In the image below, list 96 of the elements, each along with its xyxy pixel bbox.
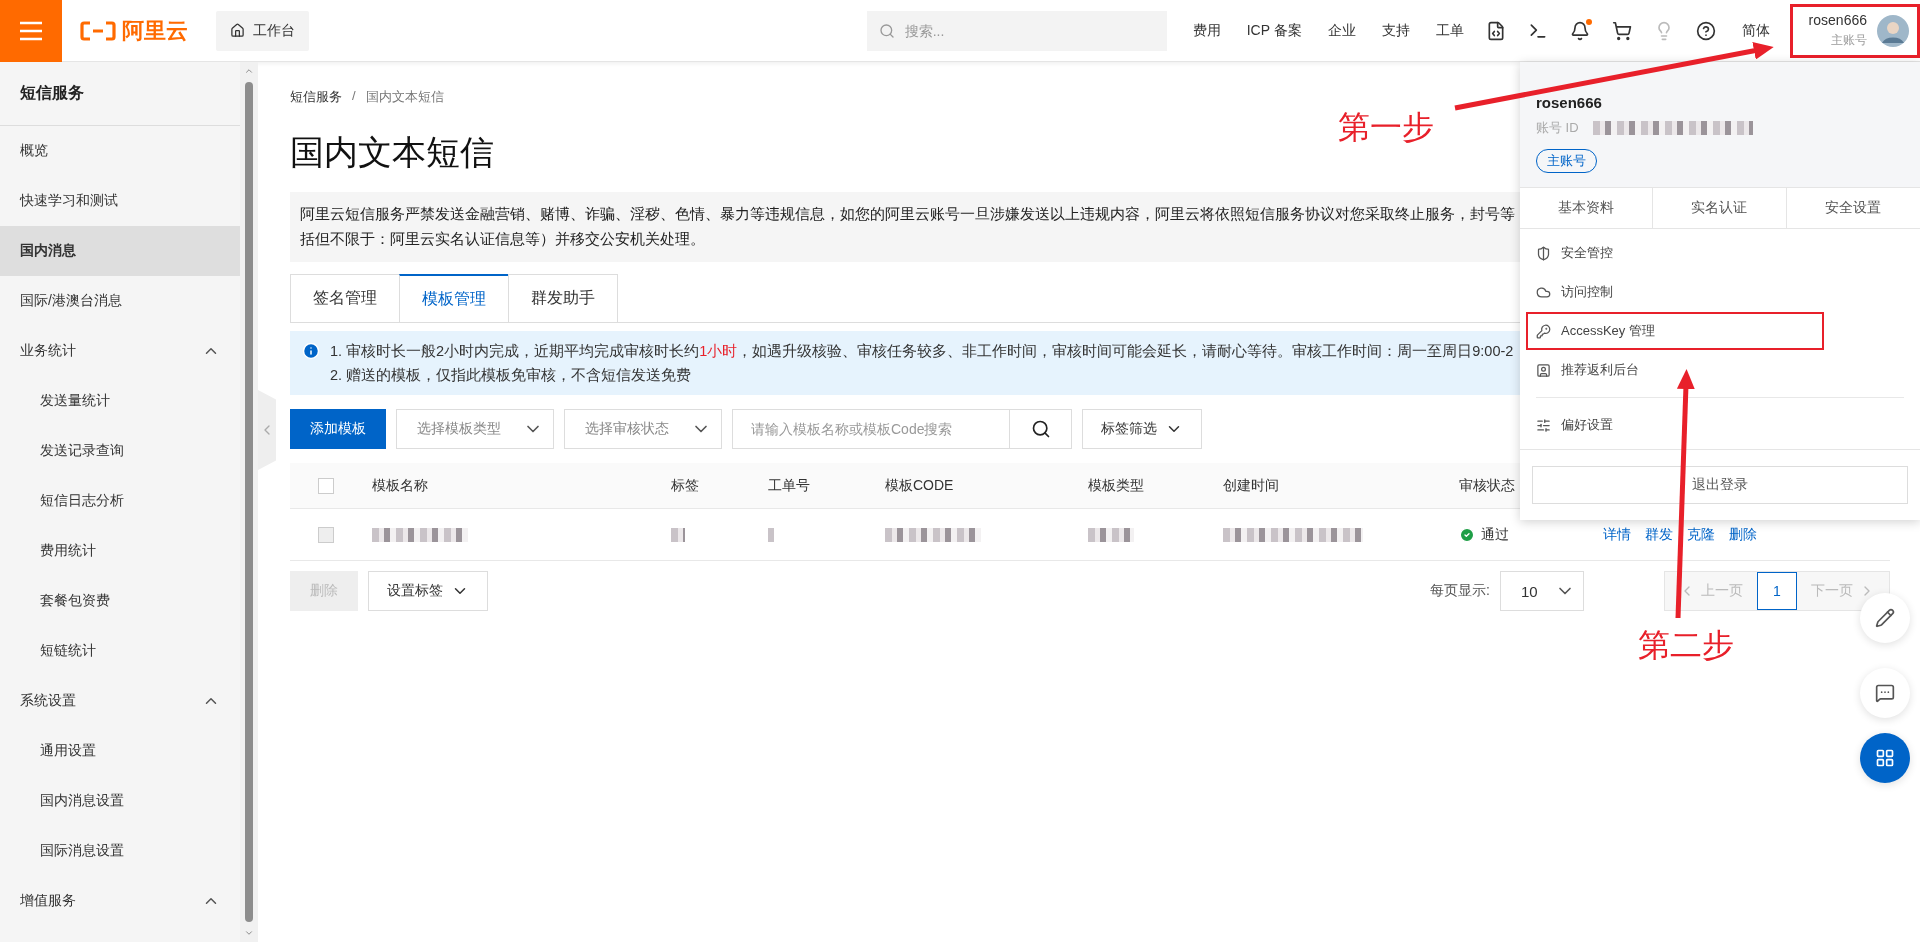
annotation-label: 第二步 (1638, 626, 1734, 665)
sidebar-item[interactable]: 国际消息设置 (0, 826, 240, 876)
action-link[interactable]: 克隆 (1687, 525, 1715, 544)
info-text: 2. 赠送的模板，仅指此模板免审核，不含短信发送免费 (330, 366, 693, 385)
sidebar-item[interactable]: 国内消息 (0, 226, 240, 276)
set-tag-button[interactable]: 设置标签 (368, 571, 488, 611)
account-menu-item[interactable]: 偏好设置 (1526, 406, 1904, 444)
column-header: 模板类型 (1088, 476, 1145, 495)
action-link[interactable]: 群发 (1645, 525, 1673, 544)
apps-button[interactable] (1860, 733, 1910, 783)
settings-icon (1536, 417, 1551, 433)
page-size-select[interactable]: 10 (1500, 571, 1584, 611)
sidebar-item[interactable]: 费用统计 (0, 526, 240, 576)
notification-dot (1585, 18, 1592, 25)
select-dropdown[interactable]: 选择审核状态 (564, 409, 722, 449)
redacted-text (1088, 527, 1134, 542)
nav-link[interactable]: 企业 (1327, 21, 1356, 40)
sidebar-item[interactable]: 短信日志分析 (0, 476, 240, 526)
action-link[interactable]: 详情 (1603, 525, 1631, 544)
sidebar-item[interactable]: 发送量统计 (0, 376, 240, 426)
chat-button[interactable] (1860, 668, 1910, 718)
sidebar-item[interactable]: 国内消息设置 (0, 776, 240, 826)
help-icon[interactable] (1695, 20, 1716, 41)
shield-icon (1536, 245, 1551, 261)
search-field[interactable]: 搜索... (866, 10, 1167, 51)
column-header: 模板名称 (372, 476, 429, 495)
redacted-text (768, 527, 774, 542)
checkbox[interactable] (318, 477, 334, 494)
checkbox[interactable] (318, 526, 334, 543)
page-title: 国内文本短信 (290, 132, 494, 173)
logout-button[interactable]: 退出登录 (1532, 466, 1908, 504)
bell-icon[interactable] (1569, 20, 1590, 41)
nav-link[interactable]: 支持 (1381, 21, 1410, 40)
breadcrumb-item: 国内文本短信 (365, 88, 444, 106)
menu-icon (19, 20, 43, 41)
sidebar-item[interactable]: 系统设置 (0, 676, 240, 726)
logo-icon (80, 20, 116, 41)
account-menu-item[interactable]: AccessKey 管理 (1526, 312, 1824, 350)
account-tab[interactable]: 基本资料 (1520, 188, 1654, 228)
sidebar-item[interactable]: 短链统计 (0, 626, 240, 676)
language-link[interactable]: 简体 (1741, 21, 1770, 40)
apps-icon (1875, 748, 1895, 768)
logo-text: 阿里云 (122, 16, 188, 45)
sidebar-item[interactable]: 套餐包资费 (0, 576, 240, 626)
column-header: 审核状态 (1459, 476, 1516, 495)
cart-icon[interactable] (1611, 20, 1632, 41)
home-icon (230, 23, 245, 38)
id-card-icon (1536, 362, 1551, 378)
sidebar-item[interactable]: 国际/港澳台消息 (0, 276, 240, 326)
search-icon (1030, 419, 1051, 439)
annotation-label: 第一步 (1338, 108, 1434, 147)
sidebar-item[interactable]: 发送记录查询 (0, 426, 240, 476)
account-name: rosen666 (1536, 94, 1603, 111)
page-size-label: 每页显示: (1430, 582, 1490, 600)
info-text: 1. 审核时长一般2小时内完成，近期平均完成审核时长约1小时，如遇升级核验、审核任务较多、非工作时间，审核时间可能会延长，请耐心等待。审核工作时间：周一至周日9:00-2 (330, 342, 1514, 361)
menu-button[interactable] (0, 0, 62, 62)
nav-link[interactable]: 工单 (1435, 21, 1464, 40)
template-search-input[interactable]: 请输入模板名称或模板Code搜索 (749, 420, 1009, 438)
nav-link[interactable]: 费用 (1192, 21, 1221, 40)
sidebar-item[interactable]: 通用设置 (0, 726, 240, 776)
avatar-icon (1877, 14, 1909, 47)
cloud-icon (1536, 284, 1551, 300)
tab[interactable]: 群发助手 (508, 274, 618, 322)
user-account-button[interactable]: rosen666 主账号 (1789, 3, 1920, 58)
column-header: 模板CODE (885, 476, 955, 495)
select-dropdown[interactable]: 选择模板类型 (396, 409, 554, 449)
breadcrumb-separator: / (352, 88, 356, 105)
key-icon (1536, 323, 1551, 339)
search-input[interactable]: 搜索... (902, 21, 1155, 40)
workbench-button[interactable]: 工作台 (216, 10, 309, 51)
tag-filter-button[interactable]: 标签筛选 (1082, 409, 1202, 449)
column-header: 创建时间 (1223, 476, 1280, 495)
check-icon (1459, 526, 1475, 543)
column-header: 工单号 (768, 476, 811, 495)
template-search-field[interactable]: 请输入模板名称或模板Code搜索 (732, 409, 1072, 449)
account-menu-item[interactable]: 访问控制 (1526, 273, 1904, 311)
account-id-label: 账号 ID (1536, 119, 1579, 137)
chat-icon (1875, 683, 1895, 703)
action-link[interactable]: 删除 (1729, 525, 1757, 544)
status-text: 通过 (1481, 525, 1509, 544)
breadcrumb-item[interactable]: 短信服务 (290, 88, 342, 106)
sidebar-item[interactable]: 增值服务 (0, 876, 240, 926)
edit-button[interactable] (1860, 593, 1910, 643)
sidebar-item[interactable]: 业务统计 (0, 326, 240, 376)
search-icon (878, 22, 895, 39)
account-menu-item[interactable]: 推荐返利后台 (1526, 351, 1904, 389)
edit-icon (1875, 608, 1895, 628)
redacted-text (671, 527, 685, 542)
sidebar-item[interactable]: 概览 (0, 126, 240, 176)
add-template-button[interactable]: 添加模板 (290, 409, 386, 449)
column-header: 标签 (671, 476, 700, 495)
info-icon (302, 342, 320, 360)
nav-link[interactable]: ICP 备案 (1246, 21, 1302, 40)
page-number[interactable]: 1 (1757, 572, 1797, 610)
sidebar-item[interactable]: 快速学习和测试 (0, 176, 240, 226)
tab[interactable]: 签名管理 (290, 274, 400, 322)
